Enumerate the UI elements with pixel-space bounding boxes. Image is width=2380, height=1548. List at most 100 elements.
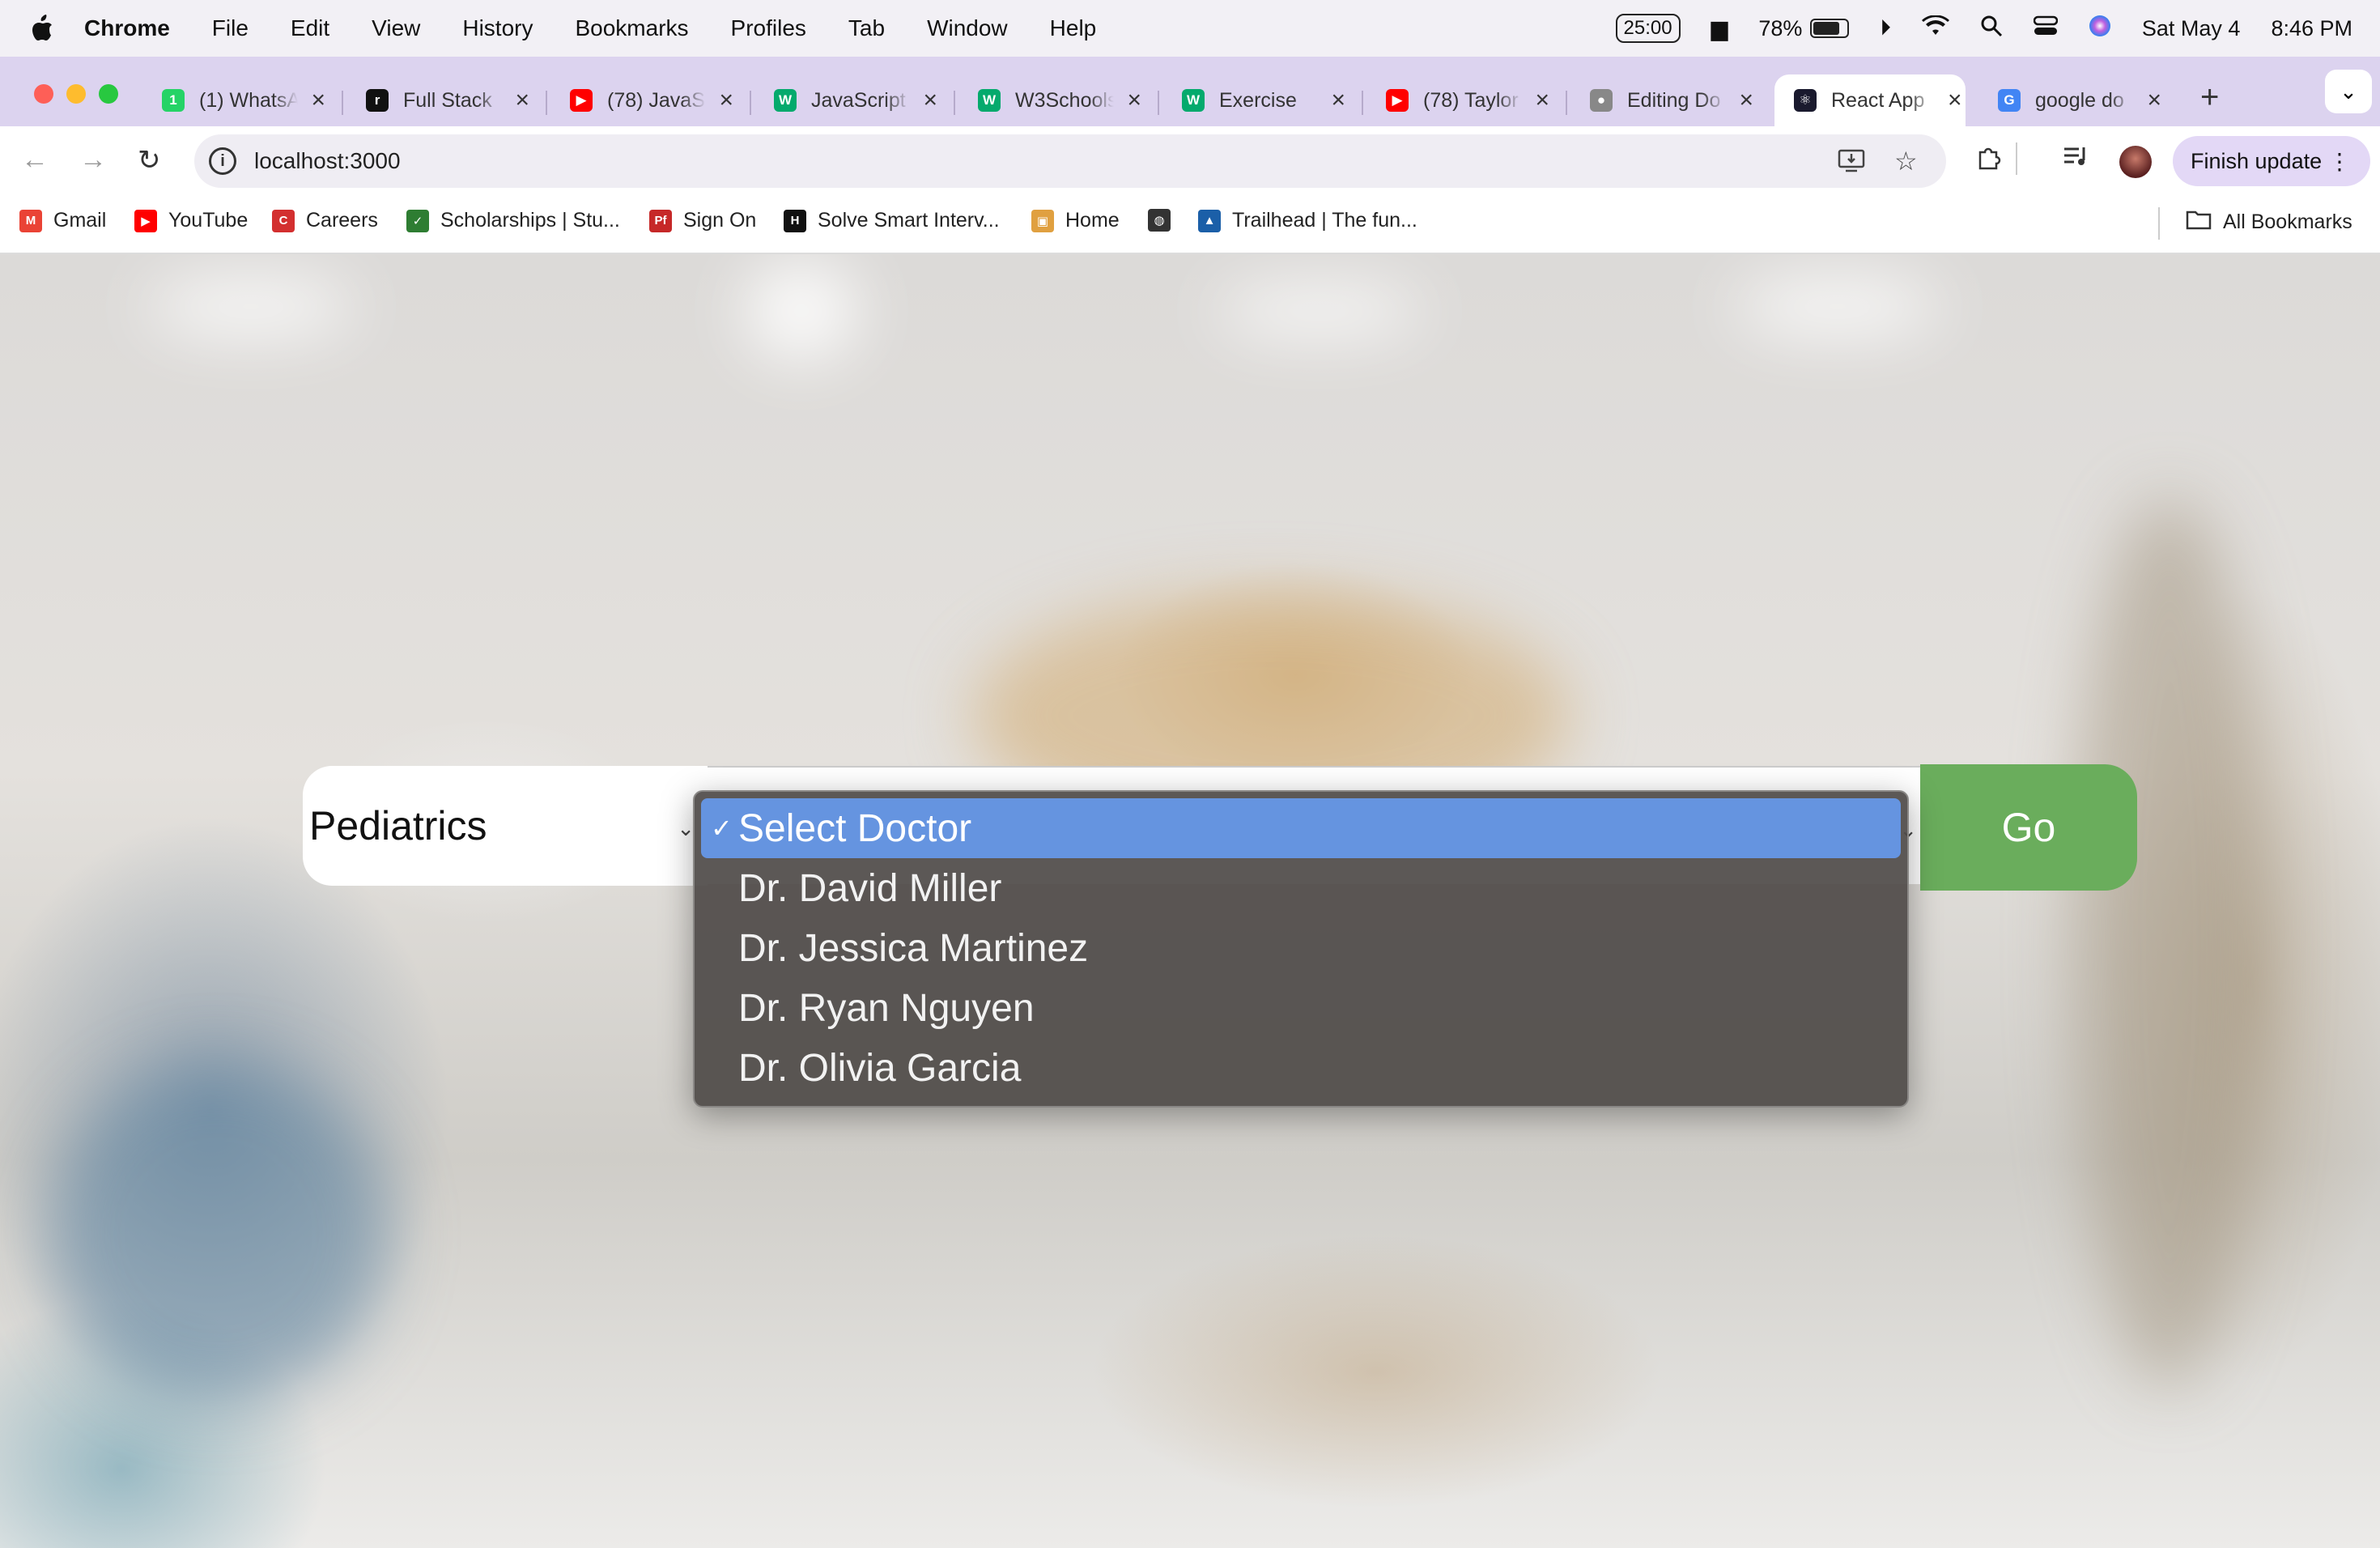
tab-7[interactable]: ▶ (78) Taylor × [1378, 74, 1549, 126]
timer-badge[interactable]: 25:00 [1615, 14, 1681, 43]
bookmark-item[interactable]: H Solve Smart Interv... [784, 209, 1000, 232]
clapper-icon[interactable]: ▆ [1711, 16, 1728, 41]
background-light-blob [146, 279, 356, 335]
now-playing-icon[interactable]: ⏵ [1880, 15, 1891, 41]
bookmark-label: Trailhead | The fun... [1232, 209, 1417, 232]
menubar-date[interactable]: Sat May 4 [2142, 16, 2241, 41]
finish-update-button[interactable]: Finish update ⋮ [2173, 136, 2370, 186]
address-bar[interactable]: i localhost:3000 ☆ [194, 134, 1946, 188]
bookmark-item[interactable]: ◍ [1148, 209, 1182, 232]
go-button[interactable]: Go [1920, 764, 2137, 891]
all-bookmarks-button[interactable]: All Bookmarks [2186, 209, 2352, 236]
menu-window[interactable]: Window [927, 15, 1008, 41]
new-tab-icon[interactable]: + [2200, 79, 2219, 116]
menubar-time[interactable]: 8:46 PM [2271, 16, 2352, 41]
close-tab-icon[interactable]: × [1331, 87, 1345, 114]
wifi-icon[interactable] [1921, 14, 1949, 42]
doctor-option-label: Dr. Olivia Garcia [738, 1046, 1022, 1090]
extensions-puzzle-icon[interactable] [1975, 144, 2003, 178]
bookmarks-bar: M Gmail ▶ YouTube C Careers ✓ Scholarships | St… [0, 196, 2380, 254]
doctor-option[interactable]: Dr. Jessica Martinez [701, 918, 1901, 978]
bookmark-star-icon[interactable]: ☆ [1894, 146, 1918, 176]
media-controls-icon[interactable] [2063, 144, 2090, 175]
menu-file[interactable]: File [212, 15, 249, 41]
finish-update-label: Finish update [2191, 148, 2323, 173]
battery-status[interactable]: 78% [1758, 15, 1850, 41]
control-center-icon[interactable] [2033, 15, 2059, 42]
tab-4[interactable]: W JavaScript × [766, 74, 937, 126]
window-minimize-button[interactable] [66, 84, 86, 104]
menu-help[interactable]: Help [1050, 15, 1097, 41]
bookmark-item[interactable]: ▣ Home [1031, 209, 1120, 232]
bookmark-item[interactable]: M Gmail [19, 209, 106, 232]
close-tab-icon[interactable]: × [1127, 87, 1141, 114]
youtube-icon: ▶ [134, 209, 157, 232]
more-menu-icon[interactable]: ⋮ [2328, 148, 2351, 175]
tab-9[interactable]: ⚛ React App × [1774, 74, 1966, 126]
close-tab-icon[interactable]: × [923, 87, 937, 114]
tab-2[interactable]: r Full Stack × [358, 74, 529, 126]
menu-app-name[interactable]: Chrome [84, 15, 170, 41]
tab-10[interactable]: Ggoogle do × [1990, 74, 2161, 126]
bookmark-item[interactable]: ▶ YouTube [134, 209, 248, 232]
install-app-icon[interactable] [1838, 149, 1865, 180]
w3schools-icon: W [1182, 89, 1205, 112]
battery-percent: 78% [1758, 15, 1803, 40]
profile-avatar[interactable] [2119, 146, 2152, 178]
tab-separator [1362, 91, 1363, 115]
doctor-option[interactable]: Dr. David Miller [701, 858, 1901, 918]
google-icon: G [1998, 89, 2021, 112]
doctor-option[interactable]: Dr. Ryan Nguyen [701, 978, 1901, 1038]
bookmark-item[interactable]: C Careers [272, 209, 378, 232]
close-tab-icon[interactable]: × [311, 87, 325, 114]
forward-arrow-icon[interactable]: → [79, 144, 107, 176]
menu-history[interactable]: History [462, 15, 533, 41]
apple-logo-icon[interactable] [31, 15, 53, 42]
toolbar-divider [2016, 142, 2017, 175]
menu-bookmarks[interactable]: Bookmarks [575, 15, 688, 41]
bookmark-item[interactable]: Pf Sign On [649, 209, 756, 232]
full-stack-icon: r [366, 89, 389, 112]
home-box-icon: ▣ [1031, 209, 1054, 232]
close-tab-icon[interactable]: × [1948, 87, 1962, 114]
tab-1[interactable]: 1 (1) WhatsApp × [154, 74, 325, 126]
bookmark-item[interactable]: ▲ Trailhead | The fun... [1198, 209, 1417, 232]
close-tab-icon[interactable]: × [1535, 87, 1549, 114]
reload-icon[interactable]: ↻ [138, 144, 161, 176]
department-select[interactable]: Pediatrics ⌄ [303, 766, 708, 886]
menu-profiles[interactable]: Profiles [731, 15, 806, 41]
tab-separator [1158, 91, 1159, 115]
close-tab-icon[interactable]: × [2147, 87, 2161, 114]
page-viewport: Pediatrics ⌄ ⌄ Go ✓Select Doctor Dr. Davi… [0, 254, 2380, 1548]
menu-edit[interactable]: Edit [291, 15, 329, 41]
tab-3[interactable]: ▶ (78) JavaScript × [562, 74, 733, 126]
youtube-icon: ▶ [570, 89, 593, 112]
close-tab-icon[interactable]: × [515, 87, 529, 114]
tab-5[interactable]: W W3Schools × [970, 74, 1141, 126]
close-tab-icon[interactable]: × [719, 87, 733, 114]
close-tab-icon[interactable]: × [1739, 87, 1753, 114]
doctor-option[interactable]: Dr. Olivia Garcia [701, 1038, 1901, 1098]
address-bar-url[interactable]: localhost:3000 [254, 148, 401, 174]
bookmark-item[interactable]: ✓ Scholarships | Stu... [406, 209, 620, 232]
menu-view[interactable]: View [372, 15, 420, 41]
globe-icon: ◍ [1148, 209, 1171, 232]
chevron-down-icon: ⌄ [677, 816, 695, 840]
window-close-button[interactable] [34, 84, 53, 104]
background-chair-blob [49, 1064, 389, 1404]
site-info-icon[interactable]: i [209, 147, 236, 175]
spotlight-search-icon[interactable] [1980, 15, 2003, 43]
back-arrow-icon[interactable]: ← [21, 144, 49, 176]
doctor-option-label: Dr. Ryan Nguyen [738, 986, 1035, 1030]
siri-icon[interactable] [2089, 15, 2111, 43]
tab-search-button[interactable]: ⌄ [2325, 70, 2372, 113]
menu-tab[interactable]: Tab [848, 15, 885, 41]
tab-title: React App [1831, 88, 1925, 112]
tab-6[interactable]: W Exercise × [1174, 74, 1345, 126]
tab-8[interactable]: ● Editing Do × [1582, 74, 1753, 126]
doctor-option[interactable]: ✓ Select Doctor [701, 798, 1901, 858]
doctor-option-label: Select Doctor [738, 806, 972, 850]
trailhead-icon: ▲ [1198, 209, 1221, 232]
window-zoom-button[interactable] [99, 84, 118, 104]
background-light-blob [1214, 287, 1425, 335]
